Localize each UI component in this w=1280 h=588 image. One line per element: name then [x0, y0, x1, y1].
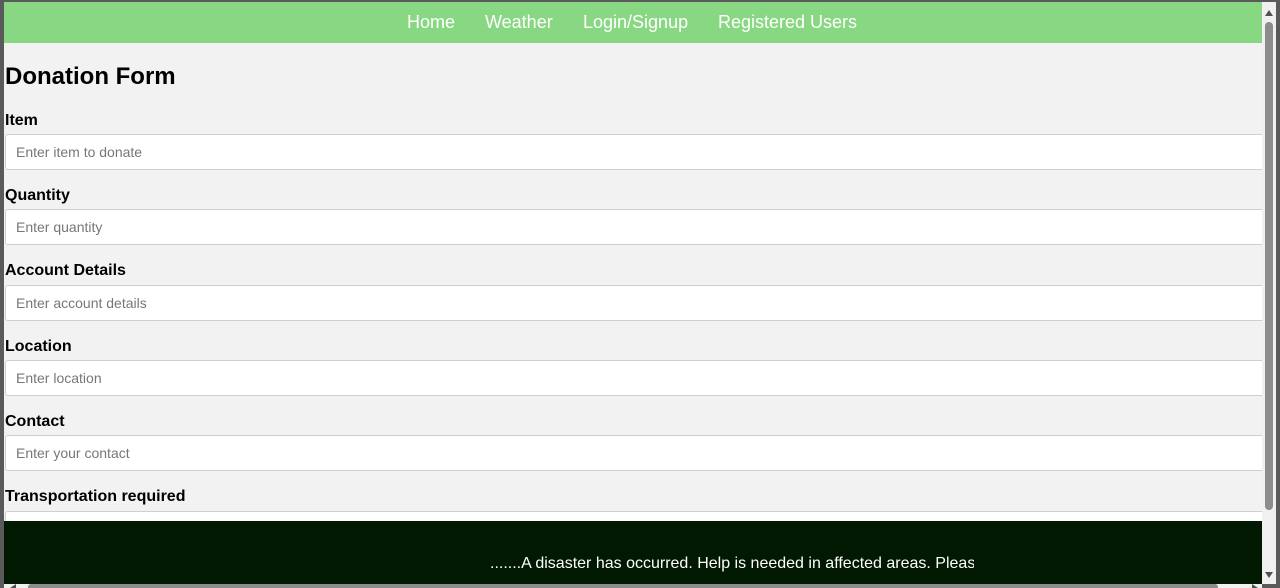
nav-login-signup-link[interactable]: Login/Signup	[583, 12, 688, 33]
alert-marquee: .......A disaster has occurred. Help is …	[490, 555, 974, 577]
nav-home-link[interactable]: Home	[407, 12, 455, 33]
item-input[interactable]	[5, 134, 1262, 170]
contact-input[interactable]	[5, 435, 1262, 471]
vertical-scrollbar[interactable]	[1262, 2, 1276, 584]
location-input[interactable]	[5, 360, 1262, 396]
page-title: Donation Form	[5, 63, 176, 90]
page-viewport: Home Weather Login/Signup Registered Use…	[4, 2, 1262, 584]
alert-marquee-text: .......A disaster has occurred. Help is …	[490, 555, 974, 572]
scroll-up-icon[interactable]	[1265, 10, 1273, 16]
scroll-right-icon[interactable]	[1252, 584, 1258, 588]
nav-weather-link[interactable]: Weather	[485, 12, 553, 33]
horizontal-scroll-thumb[interactable]	[28, 584, 1218, 588]
transportation-required-label: Transportation required	[5, 488, 186, 505]
contact-label: Contact	[5, 413, 65, 430]
alert-footer: .......A disaster has occurred. Help is …	[4, 521, 1262, 584]
scroll-down-icon[interactable]	[1265, 572, 1273, 578]
item-label: Item	[5, 112, 38, 129]
scroll-left-icon[interactable]	[10, 584, 16, 588]
account-details-input[interactable]	[5, 285, 1262, 321]
location-label: Location	[5, 338, 72, 355]
quantity-input[interactable]	[5, 209, 1262, 245]
horizontal-scrollbar[interactable]	[4, 584, 1262, 588]
vertical-scroll-thumb[interactable]	[1265, 22, 1273, 510]
nav-registered-users-link[interactable]: Registered Users	[718, 12, 857, 33]
account-details-label: Account Details	[5, 262, 126, 279]
quantity-label: Quantity	[5, 187, 70, 204]
top-navbar: Home Weather Login/Signup Registered Use…	[4, 2, 1262, 43]
